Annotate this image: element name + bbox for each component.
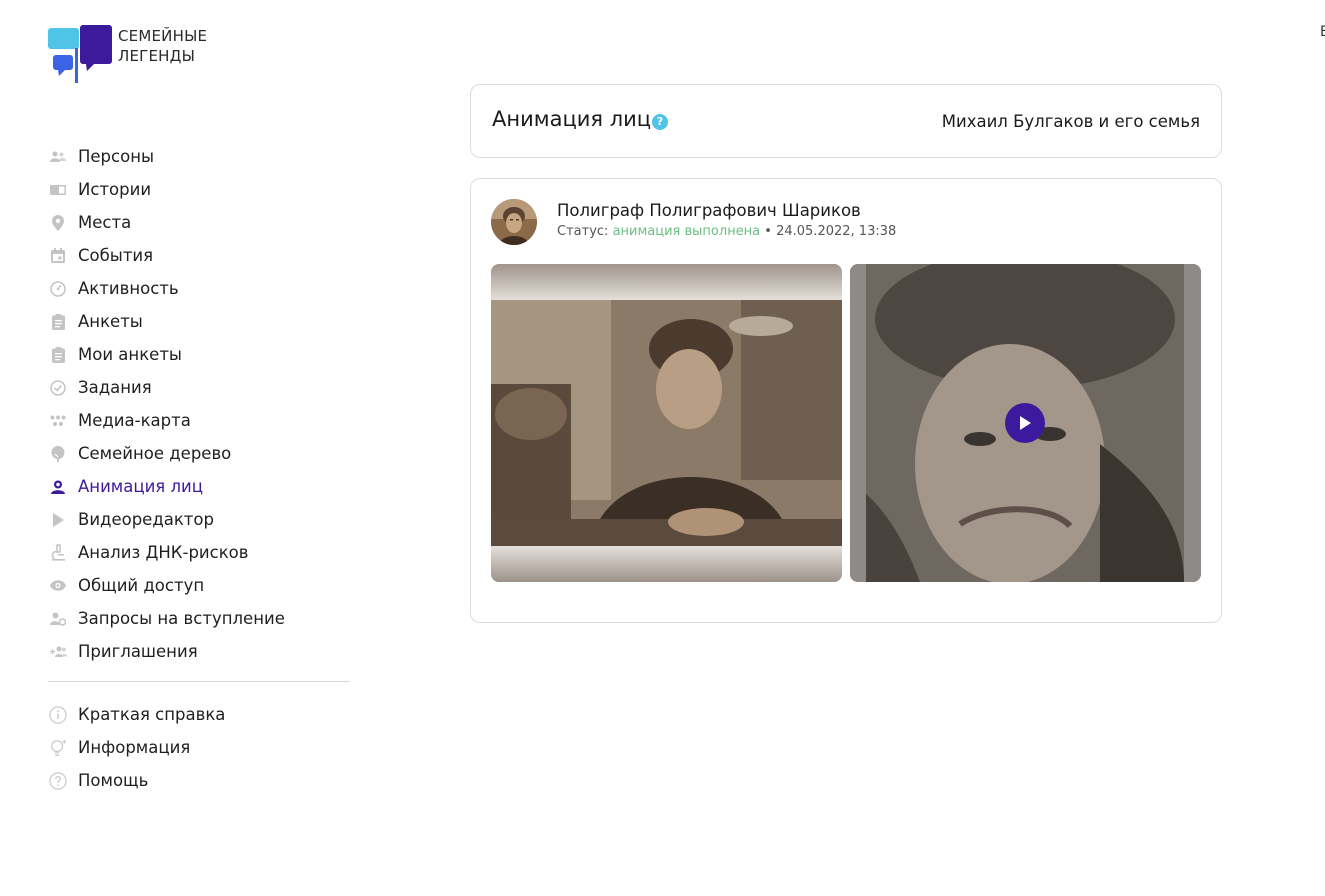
tree-icon <box>49 445 67 463</box>
sidebar-item-label: Персоны <box>78 147 155 166</box>
brand-line-2: ЛЕГЕНДЫ <box>118 47 196 65</box>
sidebar-divider <box>48 681 350 682</box>
sidebar-item-label: Задания <box>78 378 152 397</box>
family-tree-name[interactable]: Михаил Булгаков и его семья <box>942 112 1200 131</box>
sidebar-item-label: Активность <box>78 279 179 298</box>
sidebar-item-label: Помощь <box>78 771 149 790</box>
status-separator: • <box>764 224 772 239</box>
sidebar-item-label: Анализ ДНК-рисков <box>78 543 249 562</box>
sidebar-item-label: Анкеты <box>78 312 143 331</box>
media-map-icon <box>49 412 67 430</box>
sidebar-item-label: Семейное дерево <box>78 444 232 463</box>
page-header-card: Анимация лиц ? Михаил Булгаков и его сем… <box>470 84 1222 158</box>
sidebar-item-label: Мои анкеты <box>78 345 182 364</box>
sidebar-item-questionnaires[interactable]: Анкеты <box>46 305 351 338</box>
sidebar-item-persons[interactable]: Персоны <box>46 140 351 173</box>
play-button[interactable] <box>1005 403 1045 443</box>
logo[interactable]: СЕМЕЙНЫЕ ЛЕГЕНДЫ <box>46 24 226 86</box>
sidebar-item-label: Места <box>78 213 132 232</box>
sidebar-item-dna-analysis[interactable]: Анализ ДНК-рисков <box>46 536 351 569</box>
clipboard-icon <box>49 313 67 331</box>
page-title: Анимация лиц <box>492 107 652 131</box>
sidebar-item-stories[interactable]: Истории <box>46 173 351 206</box>
sidebar-item-quick-help[interactable]: Краткая справка <box>46 698 351 731</box>
sidebar-item-information[interactable]: Информация <box>46 731 351 764</box>
source-photo[interactable] <box>491 264 842 582</box>
location-pin-icon <box>49 214 67 232</box>
logo-text: СЕМЕЙНЫЕ ЛЕГЕНДЫ <box>118 26 207 66</box>
sidebar-item-family-tree[interactable]: Семейное дерево <box>46 437 351 470</box>
user-add-icon <box>49 643 67 661</box>
sidebar-item-my-questionnaires[interactable]: Мои анкеты <box>46 338 351 371</box>
sidebar-item-events[interactable]: События <box>46 239 351 272</box>
sidebar-item-places[interactable]: Места <box>46 206 351 239</box>
lightbulb-icon <box>49 739 67 757</box>
sidebar-item-label: Медиа-карта <box>78 411 191 430</box>
question-icon <box>49 771 67 790</box>
face-icon <box>49 478 67 496</box>
sidebar-item-label: Истории <box>78 180 152 199</box>
animated-video[interactable] <box>850 264 1201 582</box>
sidebar-item-label: Краткая справка <box>78 705 226 724</box>
sidebar-item-label: Запросы на вступление <box>78 609 285 628</box>
book-icon <box>49 181 67 199</box>
persons-icon <box>49 148 67 166</box>
brand-line-1: СЕМЕЙНЫЕ <box>118 27 208 45</box>
sidebar-item-label: Приглашения <box>78 642 198 661</box>
sidebar-item-media-map[interactable]: Медиа-карта <box>46 404 351 437</box>
play-icon <box>49 511 67 529</box>
sidebar-item-tasks[interactable]: Задания <box>46 371 351 404</box>
sidebar-item-activity[interactable]: Активность <box>46 272 351 305</box>
sidebar-item-label: Общий доступ <box>78 576 205 595</box>
calendar-icon <box>49 247 67 265</box>
avatar[interactable] <box>491 199 537 245</box>
microscope-icon <box>49 544 67 562</box>
status-badge: анимация выполнена <box>612 224 761 239</box>
sidebar-item-invitations[interactable]: Приглашения <box>46 635 351 668</box>
animation-entry-card: Полиграф Полиграфович Шариков Статус: ан… <box>470 178 1222 623</box>
eye-icon <box>49 577 67 595</box>
sidebar-item-label: Информация <box>78 738 191 757</box>
sidebar-item-label: Видеоредактор <box>78 510 214 529</box>
speedometer-icon <box>49 280 67 298</box>
status-line: Статус: анимация выполнена • 24.05.2022,… <box>557 224 896 239</box>
play-icon <box>1020 416 1031 430</box>
sidebar-item-shared-access[interactable]: Общий доступ <box>46 569 351 602</box>
sidebar-item-label: Анимация лиц <box>78 477 203 496</box>
help-icon[interactable]: ? <box>652 114 668 130</box>
clipboard-icon <box>49 346 67 364</box>
user-gear-icon <box>49 610 67 628</box>
timestamp: 24.05.2022, 13:38 <box>776 224 897 239</box>
info-icon <box>49 705 67 724</box>
sidebar-item-video-editor[interactable]: Видеоредактор <box>46 503 351 536</box>
status-label: Статус: <box>557 224 609 239</box>
sidebar-item-label: События <box>78 246 154 265</box>
sidebar-item-help[interactable]: Помощь <box>46 764 351 797</box>
logo-icon <box>48 25 112 83</box>
person-name[interactable]: Полиграф Полиграфович Шариков <box>557 201 861 220</box>
sidebar-item-join-requests[interactable]: Запросы на вступление <box>46 602 351 635</box>
check-circle-icon <box>49 379 67 397</box>
corner-mark: Е <box>1320 24 1325 40</box>
sidebar: Персоны Истории Места События Активность… <box>46 140 351 797</box>
sidebar-item-face-animation[interactable]: Анимация лиц <box>46 470 351 503</box>
